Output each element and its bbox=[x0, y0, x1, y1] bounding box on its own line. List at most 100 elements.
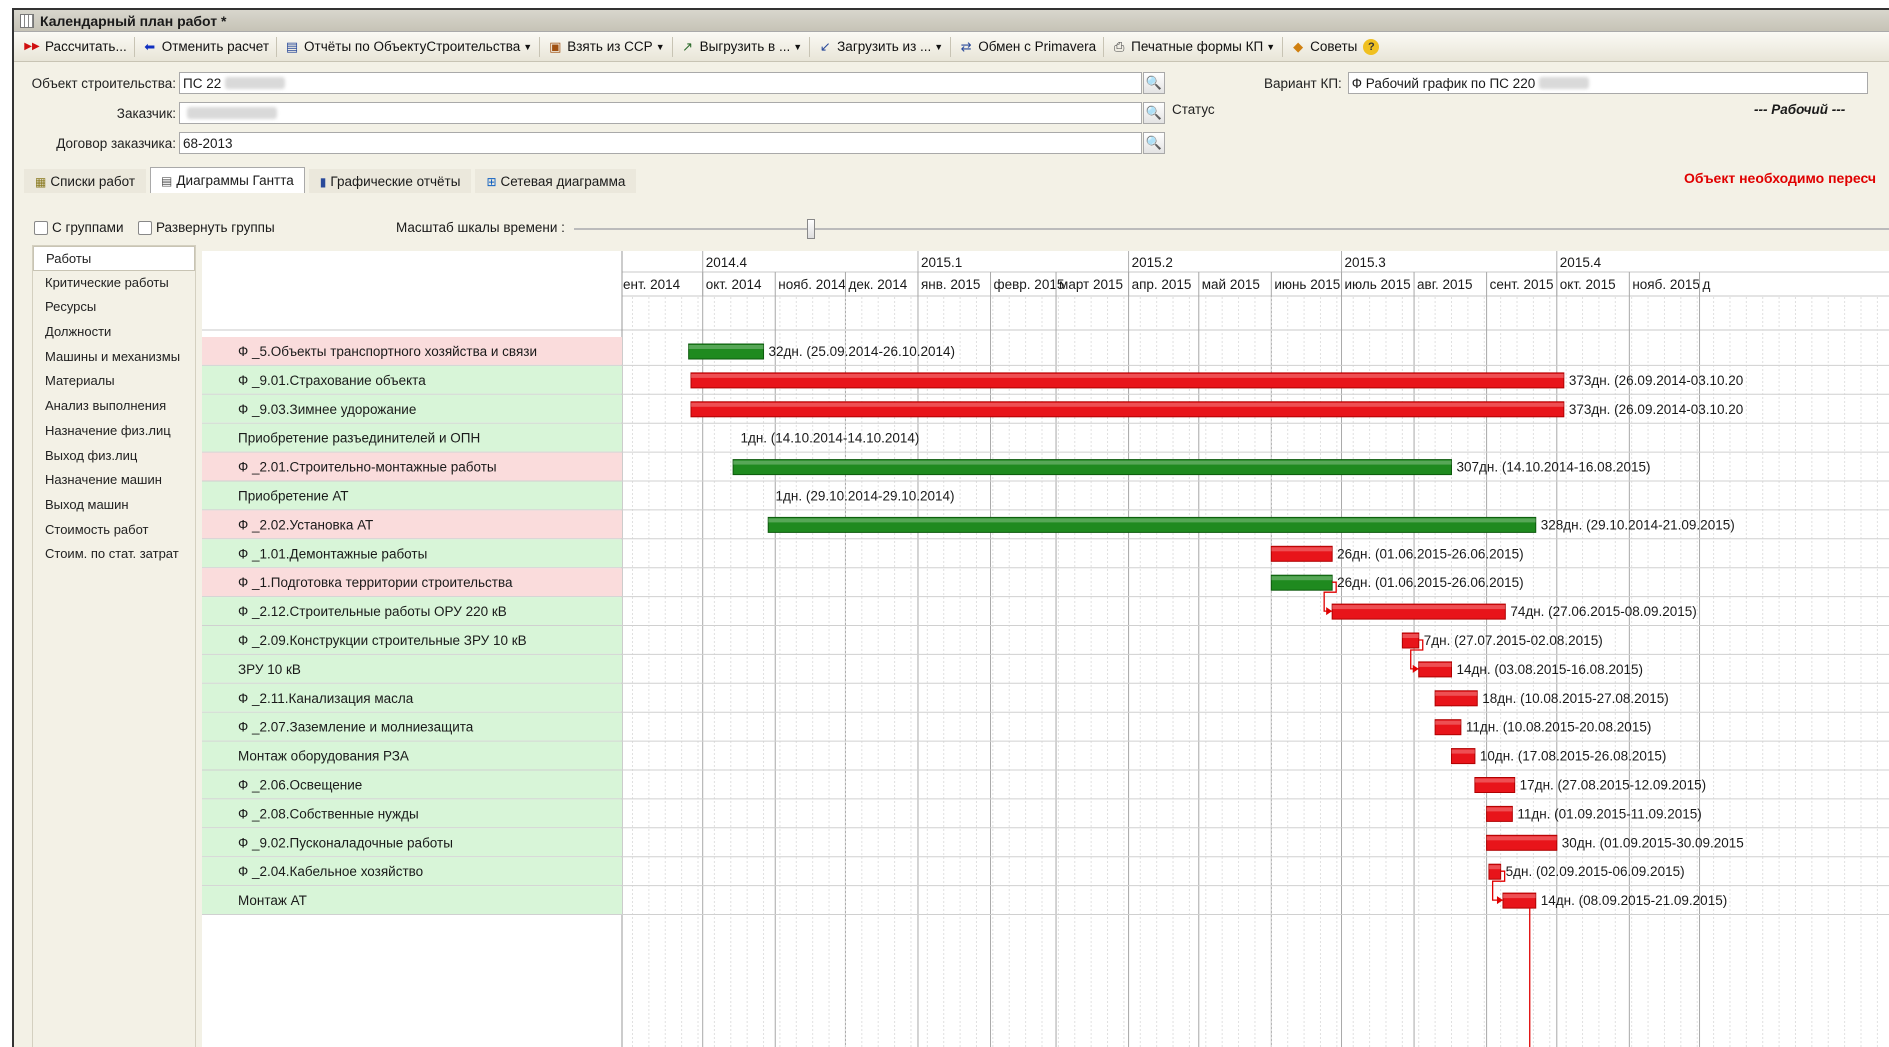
month-label: дек. 2014 bbox=[848, 277, 907, 292]
task-name: ЗРУ 10 кВ bbox=[238, 662, 301, 677]
nav-item-9[interactable]: Назначение машин bbox=[33, 468, 195, 493]
search-icon: 🔍 bbox=[1145, 75, 1163, 90]
toolbar-separator bbox=[950, 36, 952, 57]
task-name: Ф _2.07.Заземление и молниезащита bbox=[238, 720, 474, 735]
task-name: Ф _9.01.Страхование объекта bbox=[238, 373, 426, 388]
month-label: июнь 2015 bbox=[1274, 277, 1340, 292]
toolbar-button-label: Обмен с Primavera bbox=[978, 39, 1097, 54]
checkbox-icon bbox=[34, 220, 48, 235]
variant-field[interactable]: Ф Рабочий график по ПС 220 bbox=[1347, 72, 1868, 94]
customer-label: Заказчик: bbox=[116, 105, 176, 121]
toolbar-button-6[interactable]: ⇄ Обмен с Primavera bbox=[953, 35, 1101, 59]
redacted-text bbox=[187, 107, 277, 119]
view-list: Работы Критические работы Ресурсы Должности… bbox=[32, 245, 196, 1047]
task-name: Ф _2.12.Строительные работы ОРУ 220 кВ bbox=[238, 604, 507, 619]
month-label: сент. 2015 bbox=[1490, 277, 1554, 292]
nav-item-2[interactable]: Ресурсы bbox=[33, 295, 195, 320]
nav-item-11[interactable]: Стоимость работ bbox=[33, 518, 195, 543]
task-bar-highlight bbox=[1451, 749, 1475, 754]
object-row: Объект строительства: ПС 22 🔍 bbox=[22, 72, 1165, 94]
contract-search-button[interactable]: 🔍 bbox=[1143, 132, 1165, 154]
redacted-text bbox=[225, 77, 286, 89]
expand-groups-checkbox[interactable]: Развернуть группы bbox=[138, 220, 275, 235]
nav-item-4[interactable]: Машины и механизмы bbox=[33, 345, 195, 370]
contract-field[interactable]: 68-2013 bbox=[179, 132, 1142, 154]
nav-item-12[interactable]: Стоим. по стат. затрат bbox=[33, 542, 195, 567]
nav-item-0[interactable]: Работы bbox=[33, 246, 195, 271]
dependency-arrowhead bbox=[1412, 664, 1419, 673]
task-duration-label: 10дн. (17.08.2015-26.08.2015) bbox=[1480, 749, 1666, 764]
nav-item-6[interactable]: Анализ выполнения bbox=[33, 394, 195, 419]
tab-chart[interactable]: ▮ Графические отчёты bbox=[308, 169, 472, 193]
nav-item-1[interactable]: Критические работы bbox=[33, 271, 195, 296]
toolbar-button-7[interactable]: ⎙ Печатные формы КП ▼ bbox=[1106, 35, 1280, 59]
dropdown-arrow-icon: ▼ bbox=[934, 41, 944, 52]
tab-gantt[interactable]: ▤ Диаграммы Гантта bbox=[150, 167, 305, 193]
month-label: июль 2015 bbox=[1345, 277, 1411, 292]
task-name: Ф _1.Подготовка территории строительства bbox=[238, 575, 513, 590]
nav-item-7[interactable]: Назначение физ.лиц bbox=[33, 419, 195, 444]
nav-item-3[interactable]: Должности bbox=[33, 320, 195, 345]
month-label: янв. 2015 bbox=[921, 277, 980, 292]
month-label: окт. 2014 bbox=[706, 277, 762, 292]
time-scale-slider[interactable] bbox=[807, 219, 815, 239]
task-name: Приобретение разъединителей и ОПН bbox=[238, 431, 480, 446]
main-window: Календарный план работ * ▶▶ Рассчитать...… bbox=[12, 8, 1889, 1047]
tab-list[interactable]: ▦ Списки работ bbox=[24, 169, 147, 193]
task-bar-highlight bbox=[691, 402, 1564, 407]
toolbar-button-1[interactable]: ⬅ Отменить расчет bbox=[137, 35, 274, 59]
search-icon: 🔍 bbox=[1145, 135, 1163, 150]
network-icon: ⊞ bbox=[486, 174, 497, 189]
object-field[interactable]: ПС 22 bbox=[179, 72, 1142, 94]
task-bar-highlight bbox=[1486, 836, 1557, 841]
with-groups-checkbox[interactable]: С группами bbox=[34, 220, 123, 235]
dropdown-arrow-icon: ▼ bbox=[655, 41, 665, 52]
nav-item-10[interactable]: Выход машин bbox=[33, 493, 195, 518]
task-duration-label: 373дн. (26.09.2014-03.10.20 bbox=[1569, 402, 1743, 417]
toolbar-button-0[interactable]: ▶▶ Рассчитать... bbox=[18, 35, 132, 59]
task-name: Ф _1.01.Демонтажные работы bbox=[238, 546, 427, 561]
toolbar-button-label: Взять из ССР bbox=[567, 39, 653, 54]
toolbar: ▶▶ Рассчитать... ⬅ Отменить расчет ▤ Отчёты п… bbox=[14, 32, 1889, 62]
nav-item-8[interactable]: Выход физ.лиц bbox=[33, 444, 195, 469]
object-label: Объект строительства: bbox=[31, 75, 176, 91]
dependency-arrowhead bbox=[1496, 896, 1503, 905]
month-label: февр. 2015 bbox=[994, 277, 1065, 292]
task-duration-label: 18дн. (10.08.2015-27.08.2015) bbox=[1482, 691, 1668, 706]
take-icon: ▣ bbox=[549, 38, 562, 54]
tab-network[interactable]: ⊞ Сетевая диаграмма bbox=[475, 169, 637, 193]
title-bar: Календарный план работ * bbox=[14, 10, 1889, 32]
toolbar-button-8[interactable]: ◆ Советы? bbox=[1285, 35, 1384, 59]
quarter-label: 2014.4 bbox=[706, 255, 748, 270]
task-bar-highlight bbox=[691, 373, 1564, 378]
task-duration-label: 11дн. (10.08.2015-20.08.2015) bbox=[1466, 720, 1651, 735]
month-label: нояб. 2015 bbox=[1632, 277, 1700, 292]
task-duration-label: 30дн. (01.09.2015-30.09.2015 bbox=[1562, 835, 1744, 850]
window-title: Календарный план работ * bbox=[40, 12, 227, 29]
variant-row: Вариант КП: Ф Рабочий график по ПС 220 bbox=[1264, 72, 1868, 94]
toolbar-button-5[interactable]: ↙ Загрузить из ... ▼ bbox=[812, 35, 948, 59]
recalc-warning: Объект необходимо пересч bbox=[1684, 170, 1877, 186]
status-label: Статус bbox=[1172, 102, 1215, 117]
toolbar-button-4[interactable]: ↗ Выгрузить в ... ▼ bbox=[675, 35, 808, 59]
time-scale-track[interactable] bbox=[574, 228, 1889, 230]
export-icon: ↗ bbox=[682, 38, 694, 54]
toolbar-separator bbox=[276, 36, 278, 57]
run-icon: ▶▶ bbox=[24, 40, 40, 52]
task-bar-highlight bbox=[1502, 894, 1536, 899]
toolbar-button-2[interactable]: ▤ Отчёты по ОбъектуСтроительства ▼ bbox=[279, 35, 537, 59]
import-icon: ↙ bbox=[819, 38, 831, 54]
chart-icon: ▮ bbox=[319, 174, 327, 189]
tab-label: Списки работ bbox=[50, 174, 136, 189]
object-search-button[interactable]: 🔍 bbox=[1143, 72, 1165, 94]
toolbar-button-3[interactable]: ▣ Взять из ССР ▼ bbox=[542, 35, 669, 59]
customer-field[interactable] bbox=[179, 102, 1142, 124]
customer-search-button[interactable]: 🔍 bbox=[1143, 102, 1165, 124]
tab-label: Графические отчёты bbox=[330, 174, 461, 189]
customer-row: Заказчик: 🔍 bbox=[22, 102, 1165, 124]
task-bar-highlight bbox=[1332, 605, 1506, 610]
task-duration-label: 32дн. (25.09.2014-26.10.2014) bbox=[769, 344, 955, 359]
quarter-label: 2015.1 bbox=[921, 255, 962, 270]
nav-item-5[interactable]: Материалы bbox=[33, 369, 195, 394]
task-duration-label: 26дн. (01.06.2015-26.06.2015) bbox=[1337, 575, 1523, 590]
